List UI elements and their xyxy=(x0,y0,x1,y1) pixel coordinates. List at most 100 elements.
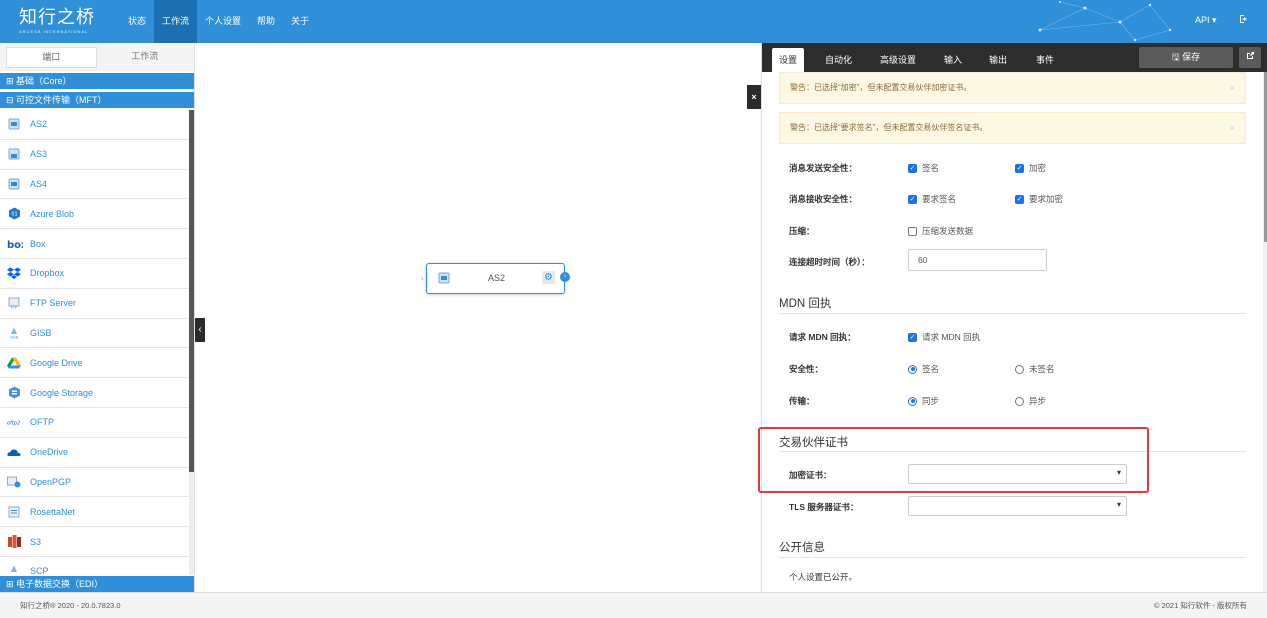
checkbox-checked-icon[interactable]: ✓ xyxy=(908,332,917,342)
connector-item-gisb[interactable]: GISB GISB xyxy=(0,319,189,349)
checkbox-label: 要求签名 xyxy=(922,194,957,204)
checkbox-request-mdn[interactable]: ✓ 请求 MDN 回执 xyxy=(908,331,980,343)
checkbox-compress[interactable]: 压缩发送数据 xyxy=(908,225,973,237)
footer-copyright: © 2021 知行软件 - 版权所有 xyxy=(1153,601,1247,610)
radio-selected-icon[interactable] xyxy=(908,396,917,406)
popout-window-icon[interactable] xyxy=(1239,47,1261,68)
close-panel-button[interactable]: × xyxy=(747,85,761,109)
panel-scrollbar[interactable] xyxy=(1263,72,1267,592)
tab-settings[interactable]: 设置 xyxy=(772,48,805,72)
checkbox-checked-icon[interactable]: ✓ xyxy=(1015,163,1024,173)
panel-tabs: 设置 自动化 高级设置 输入 输出 事件 🖫 保存 xyxy=(762,43,1267,72)
checkbox-require-sign[interactable]: ✓ 要求签名 xyxy=(908,193,956,205)
node-output-port-icon[interactable]: › xyxy=(560,272,570,282)
tls-cert-select[interactable]: ▾ xyxy=(908,496,1127,516)
mdn-security-label: 安全性： xyxy=(789,364,824,374)
radio-selected-icon[interactable] xyxy=(908,364,917,374)
connector-item-as4[interactable]: AS4 xyxy=(0,170,189,200)
openpgp-icon xyxy=(7,475,21,489)
checkbox-send-encrypt[interactable]: ✓ 加密 xyxy=(1015,162,1046,174)
collapse-sidebar-button[interactable]: ‹ xyxy=(195,318,205,342)
radio-mdn-unsigned[interactable]: 未签名 xyxy=(1015,363,1055,375)
alert-text: 警告：已选择“加密”，但未配置交易伙伴加密证书。 xyxy=(790,83,972,92)
radio-mdn-sync[interactable]: 同步 xyxy=(908,395,939,407)
radio-unselected-icon[interactable] xyxy=(1015,396,1024,406)
nav-about[interactable]: 关于 xyxy=(283,0,317,43)
api-dropdown[interactable]: API ▾ xyxy=(1195,15,1217,26)
connector-label: OpenPGP xyxy=(30,476,72,487)
close-icon[interactable]: × xyxy=(1230,73,1235,103)
checkbox-checked-icon[interactable]: ✓ xyxy=(1015,194,1024,204)
sidebar-scrollbar-thumb[interactable] xyxy=(189,110,194,472)
tab-advanced[interactable]: 高级设置 xyxy=(873,48,923,72)
connector-item-azure-blob[interactable]: 01 Azure Blob xyxy=(0,199,189,230)
main-nav: 状态 工作流 个人设置 帮助 关于 xyxy=(120,0,317,43)
connector-item-rosettanet[interactable]: RosettaNet xyxy=(0,497,189,528)
connector-label: Azure Blob xyxy=(30,208,75,219)
connector-label: OFTP xyxy=(30,417,54,428)
connector-item-google-drive[interactable]: Google Drive xyxy=(0,348,189,379)
connector-item-as2[interactable]: AS2 xyxy=(0,110,189,140)
mdn-transport-label: 传输： xyxy=(789,396,815,406)
connector-item-ftp-server[interactable]: FTP FTP Server xyxy=(0,289,189,319)
azure-blob-icon: 01 xyxy=(7,207,21,221)
connector-item-google-storage[interactable]: Google Storage xyxy=(0,378,189,408)
tab-output[interactable]: 输出 xyxy=(982,48,1014,72)
connector-item-dropbox[interactable]: Dropbox xyxy=(0,259,189,289)
tab-events[interactable]: 事件 xyxy=(1029,48,1061,72)
connector-item-s3[interactable]: S3 xyxy=(0,527,189,557)
node-settings-gear-icon[interactable]: ⚙ xyxy=(542,271,555,284)
radio-label: 签名 xyxy=(922,364,940,374)
connector-item-box[interactable]: box Box xyxy=(0,229,189,259)
checkbox-require-encrypt[interactable]: ✓ 要求加密 xyxy=(1015,193,1063,205)
warning-alert-sign: 警告：已选择“要求签名”，但未配置交易伙伴签名证书。 × xyxy=(779,112,1246,144)
checkbox-unchecked-icon[interactable] xyxy=(908,226,917,236)
category-mft[interactable]: ⊟ 可控文件传输（MFT） xyxy=(0,92,194,108)
tab-ports[interactable]: 端口 xyxy=(6,47,97,68)
nav-workflow[interactable]: 工作流 xyxy=(154,0,198,43)
brand-subtitle: ARCESB INTERNATIONAL xyxy=(19,29,89,34)
close-icon[interactable]: × xyxy=(1230,113,1235,143)
connector-item-scp[interactable]: SCP xyxy=(0,557,189,575)
category-edi[interactable]: ⊞ 电子数据交换（EDI） xyxy=(0,576,194,592)
radio-unselected-icon[interactable] xyxy=(1015,364,1024,374)
receive-security-label: 消息接收安全性： xyxy=(789,194,858,204)
tab-automation[interactable]: 自动化 xyxy=(818,48,859,72)
nav-help[interactable]: 帮助 xyxy=(249,0,283,43)
tab-workflows[interactable]: 工作流 xyxy=(101,47,190,68)
footer-version: 知行之桥® 2020 - 20.0.7823.0 xyxy=(20,601,121,610)
save-button[interactable]: 🖫 保存 xyxy=(1139,47,1233,68)
category-core[interactable]: ⊞ 基础（Core） xyxy=(0,73,194,89)
node-input-port-icon[interactable]: › xyxy=(421,274,424,283)
connector-item-onedrive[interactable]: OneDrive xyxy=(0,438,189,468)
mdn-section-title: MDN 回执 xyxy=(779,298,832,310)
logout-icon[interactable] xyxy=(1239,14,1249,27)
as4-icon xyxy=(7,177,21,191)
connector-label: AS4 xyxy=(30,178,48,189)
box-icon: box xyxy=(7,237,23,251)
highlight-annotation-box xyxy=(758,427,1149,493)
as3-icon xyxy=(7,147,21,161)
svg-text:01: 01 xyxy=(11,212,17,218)
connector-item-openpgp[interactable]: OpenPGP xyxy=(0,468,189,498)
radio-mdn-async[interactable]: 异步 xyxy=(1015,395,1046,407)
nav-status[interactable]: 状态 xyxy=(120,0,154,43)
timeout-label: 连接超时时间（秒）： xyxy=(789,257,870,267)
checkbox-checked-icon[interactable]: ✓ xyxy=(908,163,917,173)
connector-label: S3 xyxy=(30,536,42,547)
sidebar-scrollbar[interactable] xyxy=(189,110,194,575)
s3-icon xyxy=(7,535,21,549)
timeout-input[interactable]: 60 xyxy=(908,249,1047,271)
google-drive-icon xyxy=(7,356,21,370)
tls-cert-label: TLS 服务器证书： xyxy=(789,502,859,512)
connector-item-as3[interactable]: AS3 xyxy=(0,140,189,170)
nav-profile[interactable]: 个人设置 xyxy=(197,0,249,43)
connector-label: Google Storage xyxy=(30,387,94,398)
connector-sidebar: 端口 工作流 ⊞ 基础（Core） ⊟ 可控文件传输（MFT） AS2 AS3 … xyxy=(0,43,195,592)
tab-input[interactable]: 输入 xyxy=(937,48,969,72)
brand-logo[interactable]: 知行之桥 ARCESB INTERNATIONAL xyxy=(19,8,95,35)
connector-item-oftp[interactable]: oftp2 OFTP xyxy=(0,408,189,438)
radio-mdn-signed[interactable]: 签名 xyxy=(908,363,939,375)
checkbox-send-sign[interactable]: ✓ 签名 xyxy=(908,162,939,174)
checkbox-checked-icon[interactable]: ✓ xyxy=(908,194,917,204)
